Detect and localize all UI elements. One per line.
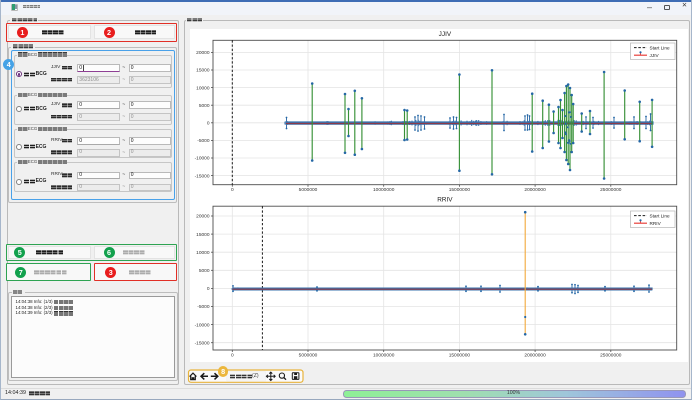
svg-text:0: 0 [231, 187, 234, 193]
svg-text:-5000: -5000 [197, 138, 210, 144]
svg-text:RRIV: RRIV [437, 197, 453, 204]
svg-text:JJIV: JJIV [439, 31, 452, 38]
svg-text:-10000: -10000 [195, 322, 210, 328]
svg-text:5000: 5000 [199, 103, 210, 109]
svg-text:0: 0 [207, 286, 210, 292]
svg-text:RRIV: RRIV [650, 221, 662, 226]
svg-text:5000000: 5000000 [299, 187, 318, 193]
svg-text:15000: 15000 [196, 68, 210, 74]
svg-text:25000000: 25000000 [600, 352, 622, 358]
svg-text:15000: 15000 [196, 232, 210, 238]
svg-text:0: 0 [207, 121, 210, 127]
svg-text:15000000: 15000000 [449, 352, 471, 358]
svg-text:10000: 10000 [196, 85, 210, 91]
svg-text:JJIV: JJIV [650, 53, 660, 58]
svg-text:10000000: 10000000 [373, 187, 395, 193]
svg-text:Start Line: Start Line [650, 213, 670, 218]
svg-text:0: 0 [231, 352, 234, 358]
svg-text:-15000: -15000 [195, 173, 210, 179]
svg-text:10000000: 10000000 [373, 352, 395, 358]
svg-text:25000000: 25000000 [600, 187, 622, 193]
svg-text:-15000: -15000 [195, 340, 210, 346]
svg-text:10000: 10000 [196, 250, 210, 256]
svg-text:20000000: 20000000 [524, 187, 546, 193]
svg-text:Start Line: Start Line [650, 45, 670, 50]
svg-text:5000000: 5000000 [299, 352, 318, 358]
svg-text:20000000: 20000000 [524, 352, 546, 358]
svg-text:5000: 5000 [199, 268, 210, 274]
svg-text:-10000: -10000 [195, 156, 210, 162]
svg-text:20000: 20000 [196, 50, 210, 56]
svg-text:20000: 20000 [196, 214, 210, 220]
svg-text:15000000: 15000000 [449, 187, 471, 193]
svg-text:-5000: -5000 [197, 304, 210, 310]
